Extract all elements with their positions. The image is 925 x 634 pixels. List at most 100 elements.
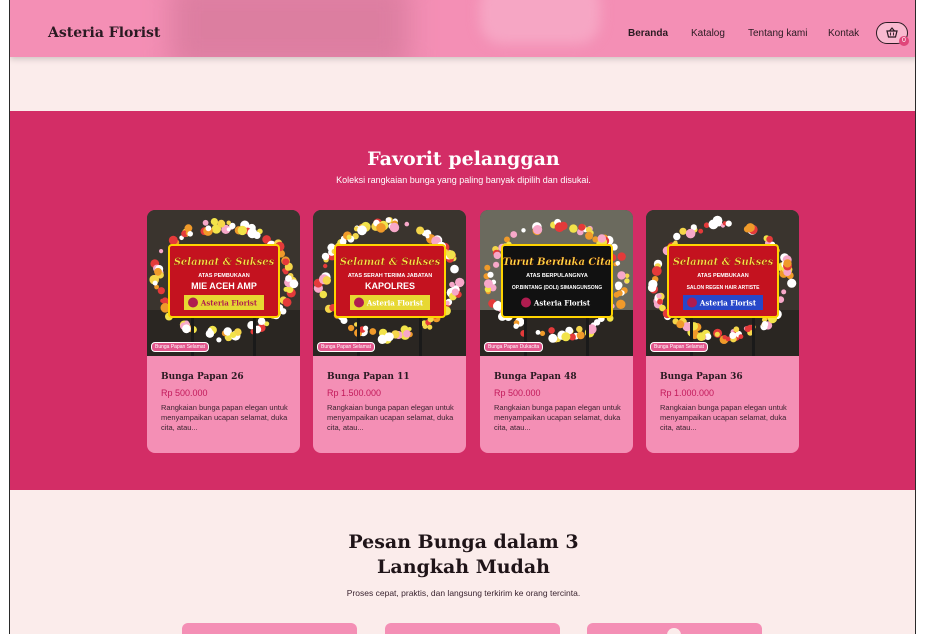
stand-leg	[586, 318, 589, 356]
stand-leg	[253, 318, 256, 356]
flower	[733, 326, 740, 333]
flower	[673, 232, 681, 241]
flower	[226, 220, 231, 225]
flower	[535, 330, 541, 335]
nav-katalog[interactable]: Katalog	[691, 28, 725, 39]
flower	[561, 332, 571, 342]
page: Asteria Florist Beranda Katalog Tentang …	[9, 0, 916, 634]
product-card[interactable]: Selamat & Sukses ATAS PEMBUKAAN SALON REGE…	[646, 210, 799, 453]
flower	[339, 238, 347, 245]
product-name[interactable]: Bunga Papan 36	[660, 372, 743, 382]
favorites-section: Favorit pelanggan Koleksi rangkaian bung…	[10, 111, 915, 490]
flower	[651, 266, 662, 276]
flower	[247, 228, 258, 239]
flower	[614, 281, 623, 290]
flower	[696, 332, 706, 341]
flower	[160, 298, 165, 303]
flower	[159, 249, 164, 254]
flower	[226, 227, 231, 232]
board-brand: Asteria Florist	[200, 299, 258, 308]
favorites-title: Favorit pelanggan	[367, 148, 560, 170]
flower	[738, 334, 744, 339]
flower	[377, 334, 388, 344]
flower	[205, 225, 212, 232]
product-description: Rangkaian bunga papan elegan untuk menya…	[660, 403, 787, 432]
product-name[interactable]: Bunga Papan 11	[327, 372, 410, 382]
flower	[745, 223, 755, 233]
stand-leg	[752, 318, 755, 356]
flower	[569, 224, 578, 233]
flower	[425, 234, 430, 239]
nav-tentang-kami[interactable]: Tentang kami	[748, 28, 807, 39]
flower	[787, 278, 797, 288]
flower	[647, 283, 657, 292]
nav-kontak[interactable]: Kontak	[828, 28, 859, 39]
flower	[578, 223, 586, 231]
flower	[617, 252, 626, 261]
board-line: MIE ACEH AMP	[191, 281, 257, 291]
step-card	[385, 623, 560, 634]
product-name[interactable]: Bunga Papan 48	[494, 372, 577, 382]
board-line: ATAS PEMBUKAAN	[198, 273, 249, 279]
flower-board-image: Selamat & Sukses ATAS PEMBUKAAN MIE ACEH A…	[147, 210, 300, 356]
board-line: OP.BINTANG (DOLI) SIMANGUNSONG	[512, 285, 602, 291]
flower	[226, 337, 230, 342]
flower	[679, 227, 687, 235]
flower	[369, 328, 377, 335]
flower	[363, 325, 369, 331]
steps-title-text: Pesan Bunga dalam 3 Langkah Mudah	[348, 531, 579, 578]
product-photo: Selamat & Sukses ATAS SERAH TERIMA JABATA…	[313, 210, 466, 356]
board-line: ATAS SERAH TERIMA JABATAN	[348, 273, 432, 279]
flower	[403, 330, 411, 338]
cart-count-badge: 0	[899, 36, 909, 46]
product-card[interactable]: Selamat & Sukses ATAS SERAH TERIMA JABATA…	[313, 210, 466, 453]
product-price: Rp 1.000.000	[660, 388, 715, 398]
flower	[766, 235, 773, 243]
favorites-subtitle: Koleksi rangkaian bunga yang paling bany…	[336, 175, 591, 185]
flower	[427, 324, 433, 330]
product-card[interactable]: Turut Berduka Cita ATAS BERPULANGNYA OP.BI…	[480, 210, 633, 453]
flower	[783, 259, 792, 268]
board-line: KAPOLRES	[365, 281, 415, 291]
step-card	[182, 623, 357, 634]
flower	[744, 325, 751, 333]
category-tag: Bunga Papan Selamat	[151, 342, 210, 352]
board-heading: Selamat & Sukses	[340, 257, 441, 268]
flower	[451, 288, 459, 296]
flower-board-image: Selamat & Sukses ATAS PEMBUKAAN SALON REGE…	[646, 210, 799, 356]
brand-icon	[521, 297, 531, 308]
flower	[585, 231, 594, 240]
flower	[624, 278, 630, 284]
flower	[210, 218, 218, 226]
flower	[152, 280, 158, 286]
nav-beranda[interactable]: Beranda	[628, 28, 668, 39]
brand-icon	[687, 297, 697, 308]
flower	[725, 220, 732, 227]
product-description: Rangkaian bunga papan elegan untuk menya…	[494, 403, 621, 432]
product-description: Rangkaian bunga papan elegan untuk menya…	[327, 403, 454, 432]
flower	[202, 219, 209, 226]
flower	[282, 297, 292, 307]
flower	[346, 234, 352, 240]
flower	[282, 258, 290, 266]
product-card[interactable]: Selamat & Sukses ATAS PEMBUKAAN MIE ACEH A…	[147, 210, 300, 453]
basket-icon	[886, 27, 898, 38]
flower	[184, 320, 189, 325]
board-line: ATAS BERPULANGNYA	[526, 273, 588, 279]
cart-button[interactable]: 0	[876, 22, 909, 46]
flower	[284, 264, 292, 271]
flower	[385, 217, 392, 223]
flower-board-image: Turut Berduka Cita ATAS BERPULANGNYA OP.BI…	[480, 210, 633, 356]
flower	[615, 261, 621, 266]
board-brand: Asteria Florist	[366, 299, 424, 308]
flower	[722, 335, 727, 340]
product-photo: Selamat & Sukses ATAS PEMBUKAAN MIE ACEH A…	[147, 210, 300, 356]
product-price: Rp 500.000	[161, 388, 208, 398]
flower	[484, 264, 491, 271]
product-name[interactable]: Bunga Papan 26	[161, 372, 244, 382]
flower	[761, 321, 769, 328]
steps-title: Pesan Bunga dalam 3 Langkah Mudah	[10, 530, 915, 580]
flower	[154, 267, 162, 276]
brand-logo[interactable]: Asteria Florist	[48, 25, 160, 41]
flower	[597, 234, 606, 243]
